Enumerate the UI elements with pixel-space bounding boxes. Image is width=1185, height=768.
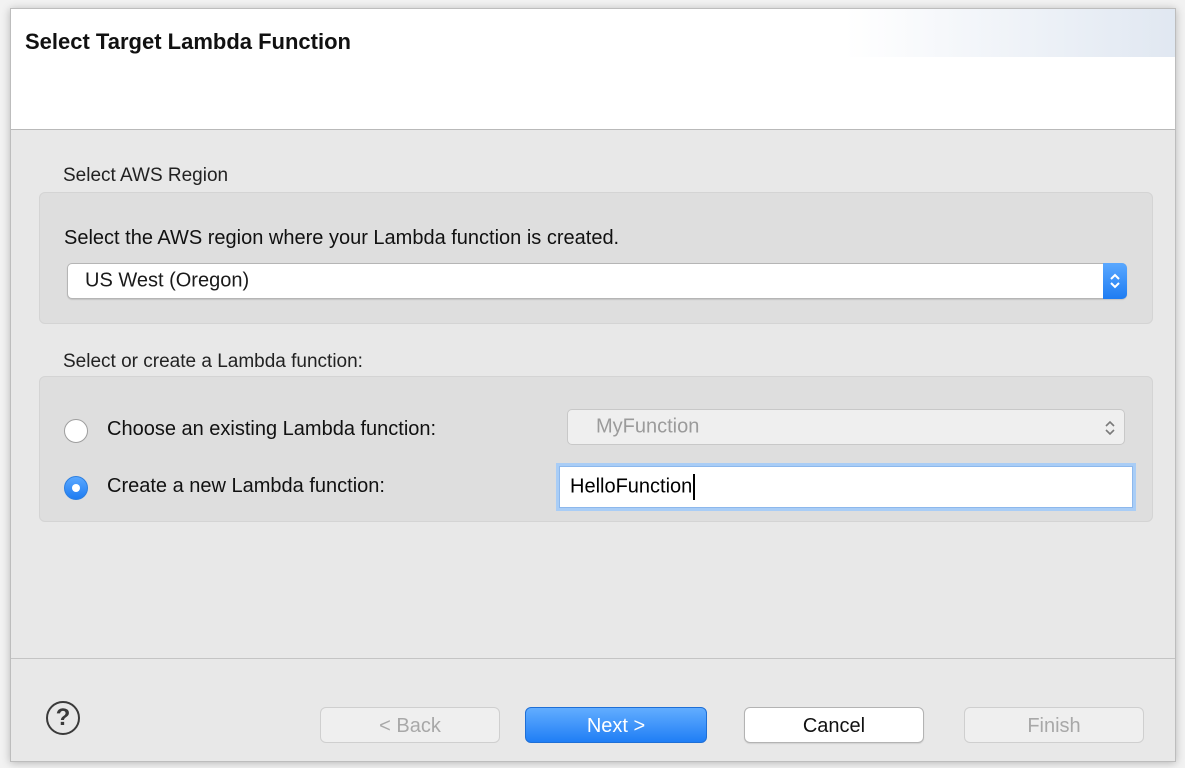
updown-chevron-icon bbox=[1098, 410, 1122, 444]
header-decoration bbox=[845, 9, 1175, 57]
new-function-name-value: HelloFunction bbox=[570, 474, 696, 500]
footer-separator bbox=[11, 658, 1175, 659]
help-icon[interactable]: ? bbox=[46, 701, 80, 735]
finish-button[interactable]: Finish bbox=[964, 707, 1144, 743]
text-caret bbox=[693, 474, 696, 500]
next-button[interactable]: Next > bbox=[525, 707, 707, 743]
region-select-value: US West (Oregon) bbox=[85, 269, 250, 292]
wizard-header: Select Target Lambda Function bbox=[11, 9, 1175, 130]
existing-function-select[interactable]: MyFunction bbox=[567, 409, 1125, 445]
back-button[interactable]: < Back bbox=[320, 707, 500, 743]
region-group-box: Select the AWS region where your Lambda … bbox=[39, 192, 1153, 324]
radio-selected-dot bbox=[72, 484, 80, 492]
function-group-label: Select or create a Lambda function: bbox=[63, 351, 363, 372]
function-group-box: Choose an existing Lambda function: MyFu… bbox=[39, 376, 1153, 522]
existing-function-label[interactable]: Choose an existing Lambda function: bbox=[107, 418, 436, 441]
existing-function-value: MyFunction bbox=[596, 415, 700, 438]
region-description: Select the AWS region where your Lambda … bbox=[64, 227, 620, 249]
region-select[interactable]: US West (Oregon) bbox=[67, 263, 1127, 299]
create-function-label[interactable]: Create a new Lambda function: bbox=[107, 475, 385, 498]
page-title: Select Target Lambda Function bbox=[25, 29, 351, 54]
updown-chevron-icon bbox=[1103, 263, 1127, 299]
radio-existing-function[interactable] bbox=[64, 419, 88, 443]
region-group-label: Select AWS Region bbox=[63, 165, 229, 186]
new-function-name-input[interactable]: HelloFunction bbox=[559, 466, 1133, 508]
radio-create-function[interactable] bbox=[64, 476, 88, 500]
cancel-button[interactable]: Cancel bbox=[744, 707, 924, 743]
wizard-dialog: Select Target Lambda Function Select AWS… bbox=[10, 8, 1176, 762]
